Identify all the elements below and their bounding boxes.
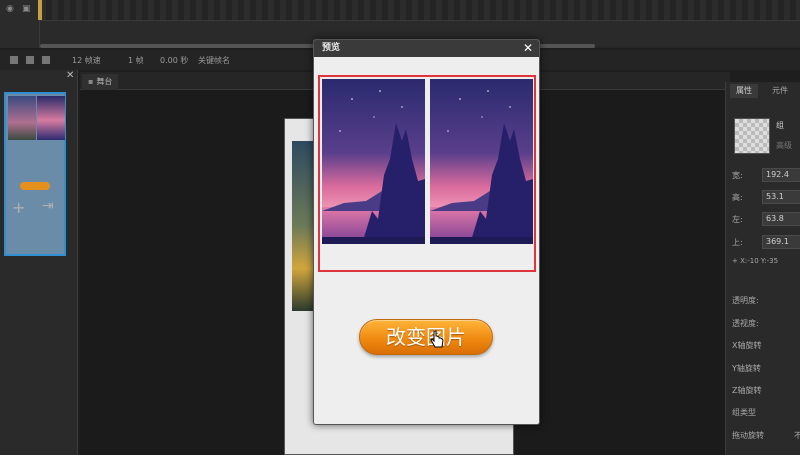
y-rotation-label: Y轴旋转 xyxy=(732,364,761,373)
pages-panel: ✕ + ⇥ xyxy=(0,70,78,455)
width-field[interactable]: 192.4 xyxy=(762,168,800,182)
playhead[interactable] xyxy=(38,0,42,20)
landscape-illustration xyxy=(322,79,425,244)
perspective-label: 透视度: xyxy=(732,319,759,328)
left-row: 左: 63.8 xyxy=(732,212,800,226)
left-label: 左: xyxy=(732,215,743,224)
height-row: 高: 53.1 xyxy=(732,190,800,204)
drag-rotate-label: 拖动旋转 xyxy=(732,431,764,440)
group-type-label: 组类型 xyxy=(732,408,756,417)
preview-image-right[interactable] xyxy=(430,79,533,244)
height-field[interactable]: 53.1 xyxy=(762,190,800,204)
time-readout: 0.00 秒 xyxy=(160,56,189,65)
thumbnail-image-left xyxy=(8,96,36,140)
lock-icon[interactable]: ▣ xyxy=(22,4,31,14)
properties-panel: 属性 元件 组 高级 宽: 192.4 高: 53.1 左: 63.8 上: 369.1… xyxy=(725,82,800,455)
advanced-button[interactable]: 高级 xyxy=(776,140,792,151)
tab-properties[interactable]: 属性 xyxy=(730,84,758,98)
close-icon[interactable]: ✕ xyxy=(66,70,74,81)
timeline-layer-controls: ◉ ▣ xyxy=(0,0,40,48)
x-rotation-label: X轴旋转 xyxy=(732,341,762,350)
tab-stage[interactable]: ▪ 舞台 xyxy=(82,74,119,90)
dialog-title: 预览 xyxy=(322,43,341,53)
thumbnail-image-right xyxy=(37,96,65,140)
image-selection-frame[interactable] xyxy=(318,75,536,272)
tab-symbols[interactable]: 元件 xyxy=(766,84,794,98)
hand-cursor-icon xyxy=(430,330,444,348)
xy-readout: + X:-10 Y:-35 xyxy=(732,257,779,265)
dialog-titlebar[interactable]: 预览 xyxy=(314,40,539,57)
thumbnail-button xyxy=(20,182,50,190)
fps-readout: 12 帧速 xyxy=(72,56,101,65)
onion-skin-icon[interactable] xyxy=(42,56,50,64)
keyframe-name-label[interactable]: 关键帧名 xyxy=(198,55,230,66)
top-field[interactable]: 369.1 xyxy=(762,235,800,249)
opacity-label: 透明度: xyxy=(732,296,759,305)
top-row: 上: 369.1 xyxy=(732,235,800,249)
change-image-button[interactable]: 改变图片 xyxy=(359,319,493,355)
plus-icon[interactable]: + xyxy=(12,198,25,217)
loop-icon[interactable] xyxy=(26,56,34,64)
left-field[interactable]: 63.8 xyxy=(762,212,800,226)
top-label: 上: xyxy=(732,238,743,247)
stage-icon: ▪ xyxy=(88,77,94,86)
close-icon[interactable]: ✕ xyxy=(521,40,535,57)
tab-stage-label: 舞台 xyxy=(96,77,113,86)
object-type-label: 组 xyxy=(776,121,784,130)
page-thumbnail[interactable] xyxy=(4,92,66,256)
z-rotation-label: Z轴旋转 xyxy=(732,386,762,395)
preview-image-left[interactable] xyxy=(322,79,425,244)
landscape-illustration xyxy=(430,79,533,244)
height-label: 高: xyxy=(732,193,743,202)
import-page-icon[interactable]: ⇥ xyxy=(42,198,54,214)
play-icon[interactable] xyxy=(10,56,18,64)
width-label: 宽: xyxy=(732,171,743,180)
width-row: 宽: 192.4 xyxy=(732,168,800,182)
drag-rotate-value[interactable]: 不 xyxy=(794,430,800,441)
preview-dialog: 预览 ✕ 改变图片 xyxy=(313,39,540,425)
frame-readout: 1 帧 xyxy=(128,56,144,65)
object-preview xyxy=(734,118,770,154)
eye-icon[interactable]: ◉ xyxy=(6,4,14,14)
timeline-ruler[interactable] xyxy=(40,0,800,20)
